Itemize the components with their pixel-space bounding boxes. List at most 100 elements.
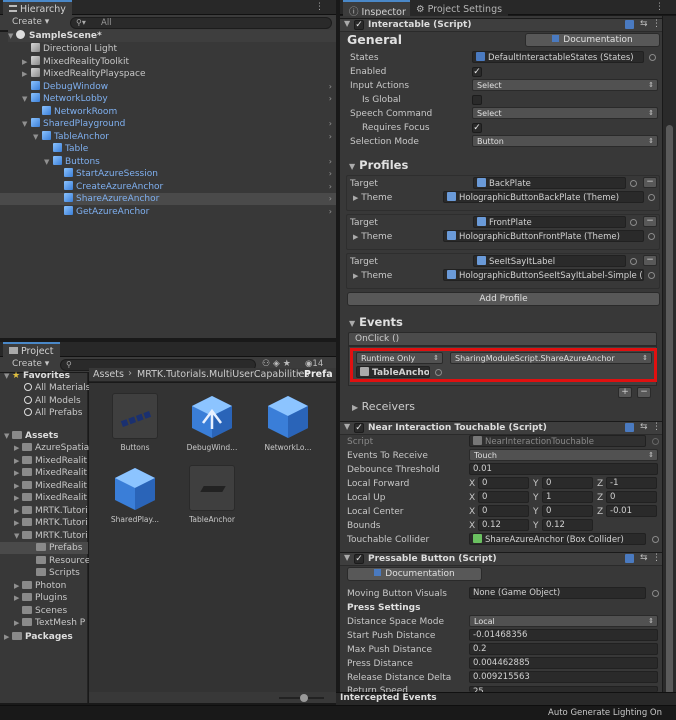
profiles-heading[interactable]: ▼ Profiles: [349, 158, 408, 172]
hierarchy-row[interactable]: ▼ Buttons ›: [0, 155, 336, 168]
scene-row[interactable]: ▼ SampleScene*: [8, 30, 336, 42]
hierarchy-row[interactable]: ShareAzureAnchor ›: [0, 193, 336, 205]
debugwindow-prefab-icon[interactable]: [189, 393, 235, 439]
vector-component-field[interactable]: 0.12: [542, 519, 593, 531]
chevron-right-icon[interactable]: ›: [329, 118, 332, 130]
runtime-dropdown[interactable]: Runtime Only: [356, 352, 443, 364]
remove-profile-button[interactable]: −: [643, 255, 657, 266]
input-actions-dropdown[interactable]: Select: [472, 79, 658, 91]
vector-component-field[interactable]: 0: [542, 505, 593, 517]
project-tab[interactable]: Project: [3, 342, 60, 358]
touchable-header[interactable]: ▼ ✓ Near Interaction Touchable (Script) …: [340, 421, 662, 435]
target-field[interactable]: FrontPlate: [473, 216, 626, 228]
hierarchy-create-dropdown[interactable]: Create ▾: [12, 17, 49, 27]
vector-component-field[interactable]: 0: [478, 505, 529, 517]
asset-subfolder[interactable]: Resource: [0, 555, 90, 567]
theme-field[interactable]: HolographicButtonFrontPlate (Theme): [443, 230, 644, 242]
scrollbar-thumb[interactable]: [666, 125, 673, 695]
hierarchy-row[interactable]: DebugWindow ›: [0, 80, 336, 93]
scrollbar-track[interactable]: [663, 16, 676, 704]
chevron-right-icon[interactable]: ›: [329, 193, 332, 205]
project-settings-tab[interactable]: ⚙ Project Settings: [410, 0, 509, 16]
interactable-enabled-checkbox[interactable]: ✓: [354, 20, 364, 30]
breadcrumb-current[interactable]: Prefa: [304, 369, 333, 380]
chevron-right-icon[interactable]: ›: [329, 156, 332, 168]
vector-component-field[interactable]: 0: [478, 491, 529, 503]
theme-label[interactable]: ▶ Theme: [353, 271, 392, 281]
selection-mode-dropdown[interactable]: Button: [472, 135, 658, 147]
asset-folder[interactable]: ▶ AzureSpatia: [14, 442, 89, 454]
foldout-arrow-icon[interactable]: ▶: [22, 68, 30, 80]
assets-header[interactable]: ▼ Assets: [4, 430, 58, 442]
menu-icon[interactable]: ⋮: [655, 2, 664, 12]
states-field[interactable]: DefaultInteractableStates (States): [472, 51, 644, 63]
hierarchy-row[interactable]: Table: [0, 143, 336, 155]
vector-component-field[interactable]: 0.12: [478, 519, 529, 531]
interactable-header[interactable]: ▼ ✓ Interactable (Script) ⇆ ⋮: [340, 18, 662, 32]
object-picker-icon[interactable]: [652, 536, 659, 543]
favorites-header[interactable]: ▼ ★ Favorites: [4, 370, 70, 382]
hierarchy-row[interactable]: Directional Light: [0, 43, 336, 55]
object-picker-icon[interactable]: [630, 219, 637, 226]
asset-folder[interactable]: ▶ MixedRealit: [14, 480, 87, 492]
moving-visuals-field[interactable]: None (Game Object): [469, 587, 646, 599]
asset-folder[interactable]: ▶ Plugins: [14, 592, 67, 604]
help-book-icon[interactable]: [625, 20, 634, 29]
theme-field[interactable]: HolographicButtonBackPlate (Theme): [443, 191, 644, 203]
foldout-arrow-icon[interactable]: ▼: [22, 93, 30, 105]
preset-icon[interactable]: ⇆: [640, 553, 648, 563]
asset-folder[interactable]: ▼ MRTK.Tutori: [14, 530, 88, 542]
pressable-header[interactable]: ▼ ✓ Pressable Button (Script) ⇆ ⋮: [340, 552, 662, 566]
chevron-right-icon[interactable]: ›: [329, 93, 332, 105]
is-global-checkbox[interactable]: [472, 95, 482, 105]
target-object-field[interactable]: TableAnchor: [356, 366, 430, 378]
tableanchor-prefab-thumb[interactable]: [189, 465, 235, 511]
hierarchy-row[interactable]: ▼ TableAnchor ›: [0, 130, 336, 143]
chevron-right-icon[interactable]: ›: [329, 131, 332, 143]
vector-component-field[interactable]: 0: [478, 477, 529, 489]
inspector-tab[interactable]: ⓘ Inspector: [343, 0, 412, 18]
hierarchy-row[interactable]: CreateAzureAnchor ›: [0, 180, 336, 193]
buttons-prefab-thumb[interactable]: [112, 393, 158, 439]
requires-focus-checkbox[interactable]: ✓: [472, 123, 482, 133]
preset-icon[interactable]: ⇆: [640, 19, 648, 29]
asset-folder[interactable]: ▶ MRTK.Tutori: [14, 517, 88, 529]
hierarchy-row[interactable]: NetworkRoom: [0, 105, 336, 118]
foldout-arrow-icon[interactable]: ▼: [44, 156, 52, 168]
foldout-arrow-icon[interactable]: ▼: [33, 131, 41, 143]
asset-subfolder[interactable]: Prefabs: [0, 542, 88, 554]
add-profile-button[interactable]: Add Profile: [347, 292, 660, 306]
hierarchy-row[interactable]: StartAzureSession ›: [0, 168, 336, 180]
packages-header[interactable]: ▶ Packages: [4, 631, 73, 643]
hierarchy-search-input[interactable]: ⚲▾ All: [70, 17, 332, 29]
vector-component-field[interactable]: -0.01: [606, 505, 657, 517]
max-push-field[interactable]: 0.2: [469, 643, 658, 655]
touchable-enabled-checkbox[interactable]: ✓: [354, 423, 364, 433]
touchable-collider-field[interactable]: ShareAzureAnchor (Box Collider): [469, 533, 646, 545]
distance-mode-dropdown[interactable]: Local: [469, 615, 658, 627]
help-book-icon[interactable]: [625, 554, 634, 563]
asset-folder[interactable]: ▶ Photon: [14, 580, 66, 592]
remove-event-button[interactable]: −: [637, 387, 651, 398]
sharedplayground-prefab-icon[interactable]: [112, 465, 158, 511]
context-menu-icon[interactable]: ⋮: [652, 422, 661, 432]
favorites-item[interactable]: All Materials: [24, 382, 90, 394]
object-picker-icon[interactable]: [435, 369, 442, 376]
asset-folder[interactable]: ▶ MixedRealit: [14, 455, 87, 467]
chevron-right-icon[interactable]: ›: [329, 181, 332, 193]
breadcrumb-assets[interactable]: Assets: [93, 369, 124, 380]
events-heading[interactable]: ▼ Events: [349, 315, 403, 329]
menu-icon[interactable]: ⋮: [315, 2, 324, 12]
function-dropdown[interactable]: SharingModuleScript.ShareAzureAnchor: [450, 352, 652, 364]
vector-component-field[interactable]: 1: [542, 491, 593, 503]
theme-label[interactable]: ▶ Theme: [353, 232, 392, 242]
vector-component-field[interactable]: -1: [606, 477, 657, 489]
add-event-button[interactable]: +: [618, 387, 632, 398]
asset-folder[interactable]: ▶ MRTK.Tutori: [14, 505, 88, 517]
press-distance-field[interactable]: 0.004462885: [469, 657, 658, 669]
pressable-documentation-button[interactable]: Documentation: [347, 567, 482, 581]
asset-folder[interactable]: Scenes: [14, 605, 67, 617]
asset-subfolder[interactable]: Scripts: [0, 567, 88, 579]
events-to-receive-dropdown[interactable]: Touch: [469, 449, 658, 461]
start-push-field[interactable]: -0.01468356: [469, 629, 658, 641]
